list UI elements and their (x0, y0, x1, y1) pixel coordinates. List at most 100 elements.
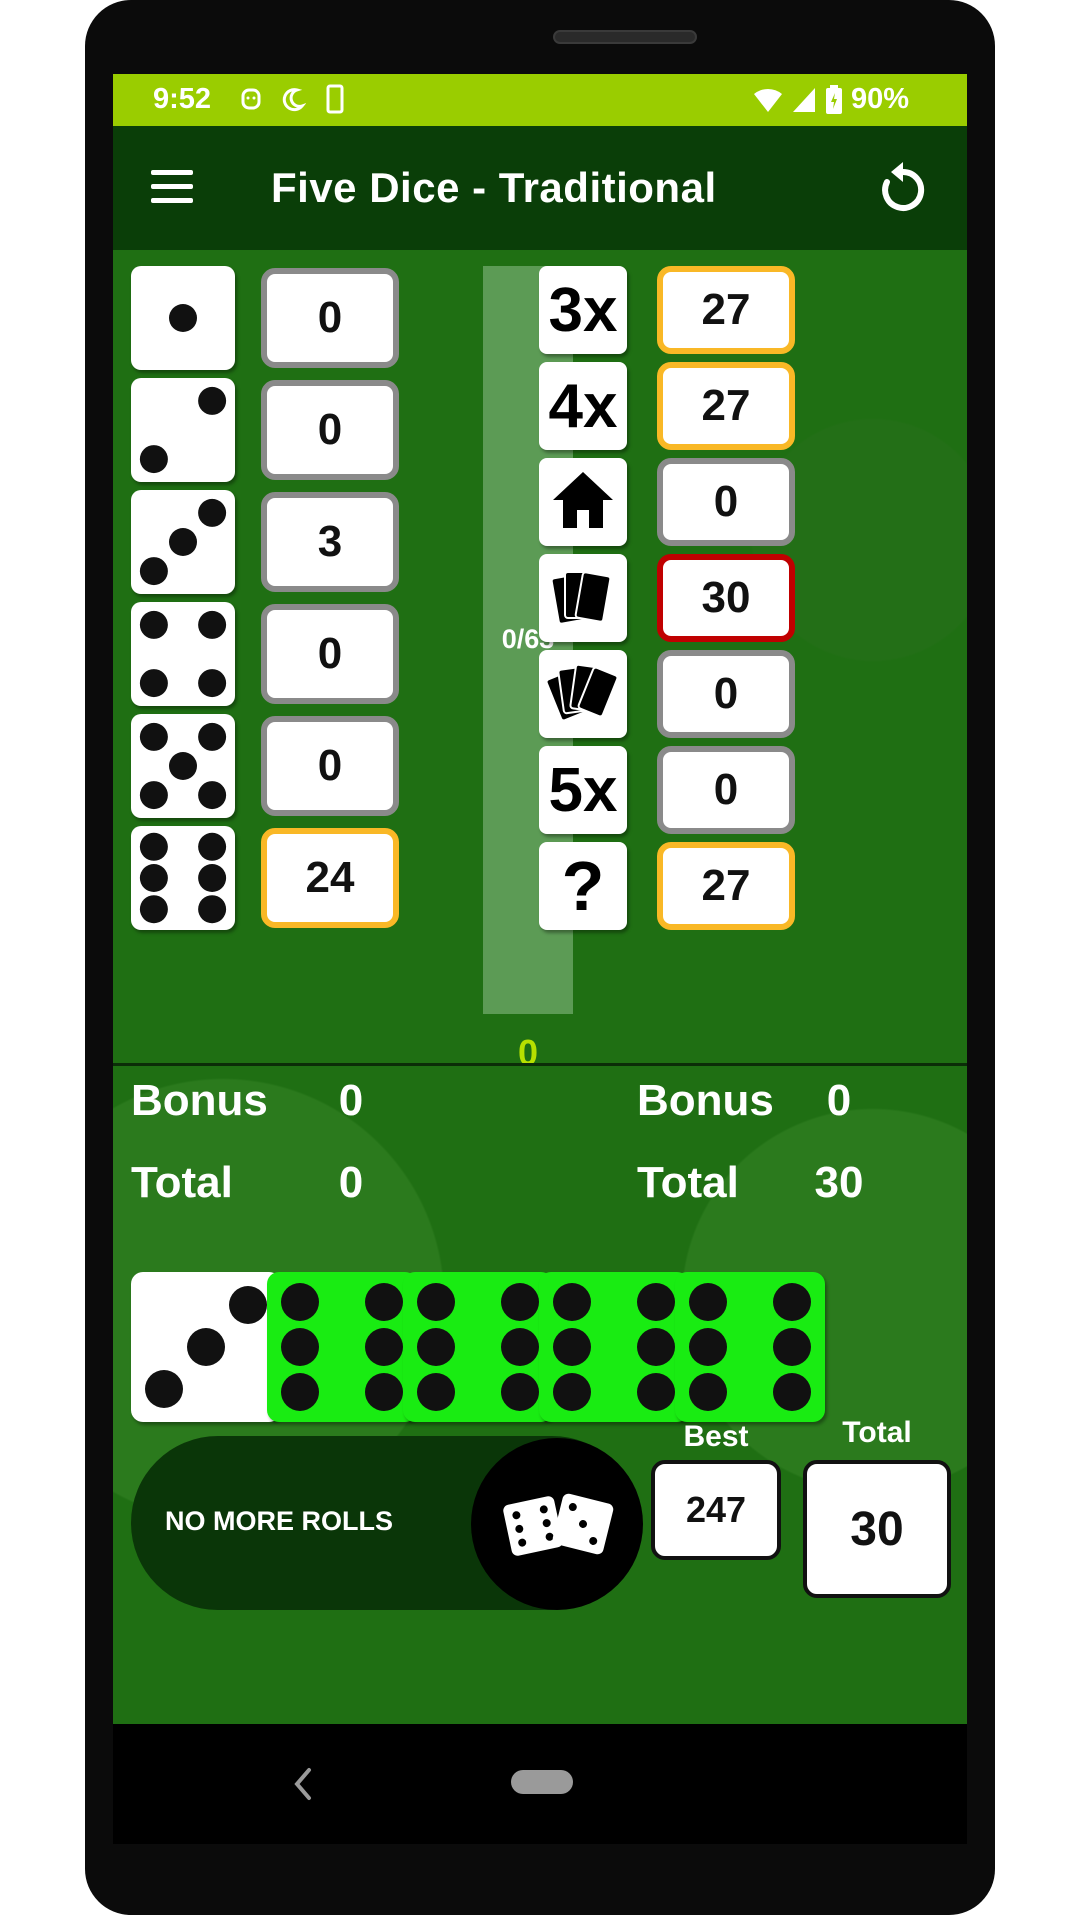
die-pip (139, 557, 168, 586)
die-pip (139, 864, 168, 892)
small-straight-cards-icon (550, 571, 612, 625)
lower-category-0: 3x (539, 266, 627, 354)
die-face-6-icon (689, 1283, 811, 1411)
upper-score-box-1[interactable]: 0 (261, 268, 399, 368)
roll-bar: NO MORE ROLLS (131, 1436, 643, 1610)
lower-score-box-5[interactable]: 0 (657, 746, 795, 834)
lower-bonus-label: Bonus (637, 1076, 774, 1125)
upper-score-box-5[interactable]: 0 (261, 716, 399, 816)
grand-total-box: 30 (803, 1460, 951, 1598)
lower-category-4 (539, 650, 627, 738)
die-pip (139, 781, 168, 810)
die-face-2-icon (139, 386, 227, 474)
moon-notification-icon (282, 88, 306, 112)
upper-category-die-4 (131, 602, 235, 706)
hamburger-menu-icon[interactable] (151, 170, 193, 206)
lower-score-box-0[interactable]: 27 (657, 266, 795, 354)
die-face-6-icon (417, 1283, 539, 1411)
die-pip (417, 1283, 455, 1321)
lower-category-3 (539, 554, 627, 642)
back-icon[interactable] (291, 1764, 315, 1804)
phone-notification-icon (326, 84, 344, 114)
upper-score-box-3[interactable]: 3 (261, 492, 399, 592)
die-pip (198, 832, 227, 861)
rolled-die-5[interactable] (675, 1272, 825, 1422)
upper-category-die-5 (131, 714, 235, 818)
best-score-box: 247 (651, 1460, 781, 1560)
face-notification-icon (241, 88, 261, 110)
die-pip (501, 1328, 539, 1366)
upper-total-label: Total (131, 1158, 233, 1207)
upper-bonus-value: 0 (338, 1076, 364, 1125)
upper-category-die-3 (131, 490, 235, 594)
die-pip (139, 669, 168, 698)
die-face-3-icon (139, 498, 227, 586)
die-pip (637, 1328, 675, 1366)
die-pip (198, 669, 227, 698)
lower-score-box-2[interactable]: 0 (657, 458, 795, 546)
lower-score-box-4[interactable]: 0 (657, 650, 795, 738)
die-pip (501, 1283, 539, 1321)
die-face-4-icon (139, 610, 227, 698)
upper-score-box-2[interactable]: 0 (261, 380, 399, 480)
lower-score-value: 27 (701, 861, 751, 910)
lower-category-label: 4x (548, 371, 618, 441)
upper-score-value: 24 (305, 853, 355, 902)
lower-total-label: Total (637, 1158, 739, 1207)
lower-category-label: 3x (548, 275, 618, 345)
lower-score-box-3[interactable]: 30 (657, 554, 795, 642)
battery-icon (825, 84, 842, 114)
die-pip (417, 1328, 455, 1366)
lower-category-2 (539, 458, 627, 546)
upper-score-box-4[interactable]: 0 (261, 604, 399, 704)
lower-category-label: 5x (548, 755, 618, 825)
lower-score-box-1[interactable]: 27 (657, 362, 795, 450)
best-score-label: Best (683, 1420, 749, 1453)
rolled-die-3[interactable] (403, 1272, 553, 1422)
roll-status-text: NO MORE ROLLS (165, 1506, 393, 1536)
roll-dice-button[interactable] (471, 1438, 643, 1610)
die-pip (281, 1283, 319, 1321)
status-bar: 9:52 90% (113, 74, 967, 126)
die-face-3-icon (145, 1286, 267, 1408)
lower-category-5: 5x (539, 746, 627, 834)
die-pip (281, 1373, 319, 1411)
die-pip (553, 1328, 591, 1366)
die-pip (139, 445, 168, 474)
system-nav-bar (113, 1724, 967, 1844)
die-pip (689, 1328, 727, 1366)
rolled-die-2[interactable] (267, 1272, 417, 1422)
die-pip (169, 752, 197, 780)
die-pip (773, 1373, 811, 1411)
upper-category-die-1 (131, 266, 235, 370)
upper-score-value: 0 (317, 405, 343, 454)
lower-score-value: 0 (713, 765, 739, 814)
lower-category-6: ? (539, 842, 627, 930)
lower-score-value: 27 (701, 285, 751, 334)
lower-score-box-6[interactable]: 27 (657, 842, 795, 930)
die-pip (365, 1328, 403, 1366)
home-button[interactable] (511, 1770, 573, 1794)
die-pip (139, 895, 168, 924)
notification-icons (238, 84, 348, 114)
die-pip (198, 610, 227, 639)
die-face-5-icon (139, 722, 227, 810)
upper-score-box-6[interactable]: 24 (261, 828, 399, 928)
rolled-die-4[interactable] (539, 1272, 689, 1422)
die-face-6-icon (553, 1283, 675, 1411)
house-icon (553, 472, 613, 528)
die-pip (501, 1373, 539, 1411)
rolled-die-1[interactable] (131, 1272, 281, 1422)
lower-score-value: 0 (713, 477, 739, 526)
refresh-icon[interactable] (875, 162, 931, 218)
upper-total-value: 0 (338, 1158, 364, 1207)
upper-score-value: 0 (317, 741, 343, 790)
large-straight-cards-icon (545, 663, 619, 722)
die-pip (198, 895, 227, 924)
score-board: 0 0 3 0 0 24 0/63 0 3x 27 4x 27 0 30 0 5x 0? 27 Bonus … (113, 250, 967, 1724)
lower-score-value: 30 (701, 573, 751, 622)
die-pip (229, 1286, 267, 1324)
wifi-icon (753, 88, 782, 112)
die-pip (417, 1373, 455, 1411)
die-pip (187, 1328, 225, 1366)
